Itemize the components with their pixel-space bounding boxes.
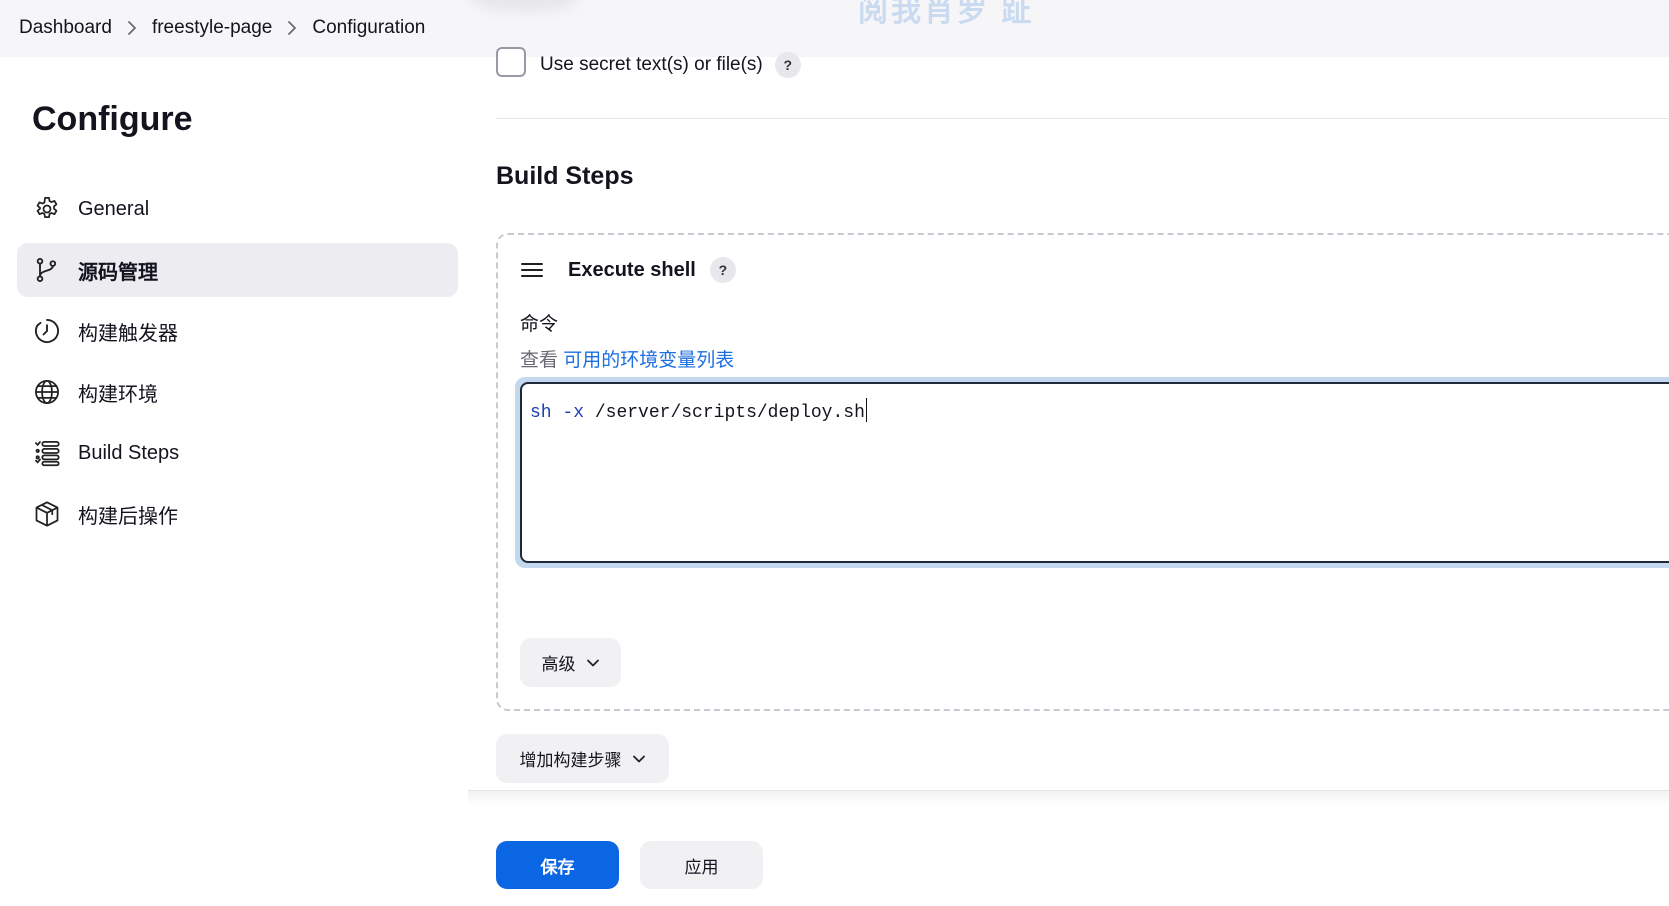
package-icon [32,499,62,529]
page-title: Configure [32,100,193,138]
sidebar-item-build-triggers[interactable]: 构建触发器 [17,304,458,358]
text-caret [865,398,867,422]
command-textarea-focus-ring: sh -x /server/scripts/deploy.sh [515,377,1669,568]
help-icon[interactable]: ? [774,52,801,78]
sidebar-item-post-build[interactable]: 构建后操作 [17,487,458,541]
env-vars-hint: 查看 可用的环境变量列表 [520,345,734,372]
chevron-down-icon [586,659,599,666]
clock-icon [32,316,62,346]
branch-icon [32,255,62,285]
breadcrumb-configuration[interactable]: Configuration [312,17,425,39]
section-title-build-steps: Build Steps [496,162,634,190]
breadcrumb-bar: 阅我肖罗 趾 Dashboard freestyle-page Configur… [0,0,1669,57]
chevron-right-icon [112,20,152,36]
gear-icon [32,194,62,224]
chevron-down-icon [632,755,645,762]
sidebar-item-build-steps[interactable]: Build Steps [17,426,458,480]
sidebar-item-label: Build Steps [78,441,180,464]
command-label: 命令 [520,314,559,335]
scrolled-content-fragment: 阅我肖罗 趾 [858,0,1035,28]
command-textarea[interactable]: sh -x /server/scripts/deploy.sh [520,382,1669,563]
sidebar-item-build-environment[interactable]: 构建环境 [17,365,458,419]
save-button[interactable]: 保存 [496,841,619,889]
list-icon [32,438,62,468]
sidebar-item-label: General [78,197,150,220]
advanced-button[interactable]: 高级 [520,638,621,687]
breadcrumb: Dashboard freestyle-page Configuration [19,17,425,39]
secret-checkbox-label: Use secret text(s) or file(s) [540,54,763,75]
secret-option-row: Use secret text(s) or file(s) ? [496,47,801,78]
help-icon[interactable]: ? [709,257,736,283]
sidebar-item-label: 构建环境 [78,383,158,406]
scrolled-content-shadow [470,0,580,12]
chevron-right-icon [272,20,312,36]
sidebar-item-source-control[interactable]: 源码管理 [17,243,458,297]
sidebar-item-general[interactable]: General [17,182,458,236]
globe-icon [32,377,62,407]
build-step-header: Execute shell ? [520,257,736,283]
advanced-button-label: 高级 [541,655,576,674]
env-vars-prefix: 查看 [520,350,559,371]
add-build-step-label: 增加构建步骤 [519,751,622,770]
sidebar-item-label: 构建后操作 [78,505,178,528]
section-divider [496,118,1669,119]
breadcrumb-freestyle-page[interactable]: freestyle-page [152,17,272,39]
sidebar-nav: General 源码管理 构建触发器 构建环境 Build Steps 构建后操… [17,182,458,548]
breadcrumb-dashboard[interactable]: Dashboard [19,17,112,39]
env-vars-link[interactable]: 可用的环境变量列表 [563,350,734,371]
build-step-card: Execute shell ? 命令 查看 可用的环境变量列表 sh -x /s… [496,233,1669,711]
sidebar-item-label: 源码管理 [78,261,158,284]
apply-button[interactable]: 应用 [640,841,763,889]
add-build-step-button[interactable]: 增加构建步骤 [496,734,669,783]
secret-checkbox[interactable] [496,47,526,77]
drag-handle-icon[interactable] [520,258,544,282]
command-path: /server/scripts/deploy.sh [594,403,865,423]
sidebar-item-label: 构建触发器 [78,322,178,345]
command-flag: -x [562,403,585,423]
build-step-title: Execute shell [568,258,696,281]
command-keyword: sh [530,403,552,423]
